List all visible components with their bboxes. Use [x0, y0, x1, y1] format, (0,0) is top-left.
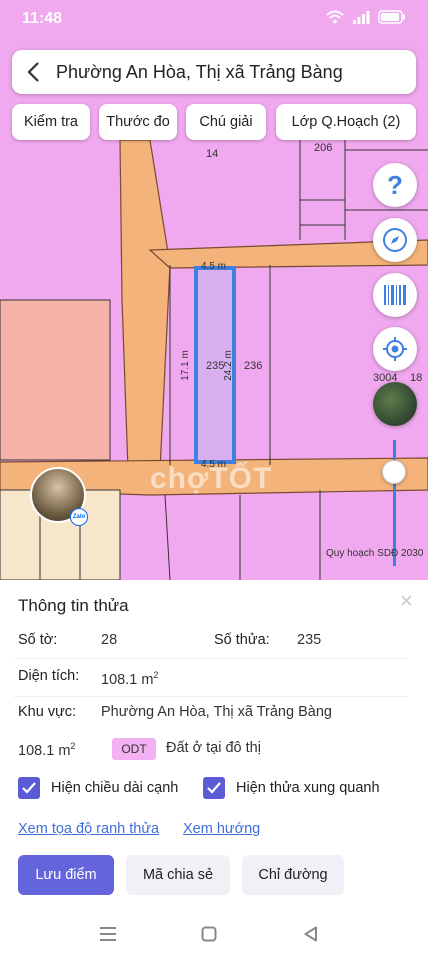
surrounding-parcels-checkbox[interactable] — [203, 777, 225, 799]
question-icon: ? — [387, 169, 403, 200]
zoning-caption: Quy hoạch SDĐ 2030 — [326, 548, 424, 559]
back-button[interactable] — [12, 50, 56, 94]
chevron-left-icon — [27, 62, 39, 82]
land-code-badge: ODT — [112, 738, 156, 760]
home-icon[interactable] — [201, 926, 217, 942]
directions-button[interactable]: Chỉ đường — [242, 855, 344, 895]
land-type: Đất ở tại đô thị — [166, 740, 261, 756]
area-label: Diện tích: — [18, 668, 80, 684]
divider — [14, 658, 408, 659]
share-code-button[interactable]: Mã chia sẻ — [126, 855, 230, 895]
status-time: 11:48 — [22, 10, 63, 27]
back-nav-icon[interactable] — [303, 926, 319, 942]
parcel-label-236: 236 — [244, 360, 263, 372]
dimension-top: 4.5 m — [201, 261, 227, 272]
check-button[interactable]: Kiểm tra — [12, 104, 90, 140]
view-direction-link[interactable]: Xem hướng — [183, 821, 260, 837]
parcel-label-18: 18 — [410, 372, 423, 384]
compass-button[interactable] — [373, 218, 417, 262]
sheet-number-value: 28 — [101, 632, 118, 648]
close-icon[interactable]: × — [400, 588, 413, 614]
region-value: Phường An Hòa, Thị xã Trảng Bàng — [101, 704, 332, 720]
signal-icon — [353, 11, 370, 24]
satellite-layer-toggle[interactable] — [373, 382, 417, 426]
edge-length-checkbox[interactable] — [18, 777, 40, 799]
sheet-title: Thông tin thửa — [18, 596, 129, 615]
check-icon — [207, 782, 221, 794]
save-point-button[interactable]: Lưu điểm — [18, 855, 114, 895]
battery-icon — [378, 10, 405, 24]
parcel-number-value: 235 — [297, 632, 322, 648]
parcel-label-206: 206 — [314, 142, 333, 154]
dimension-left: 17.1 m — [179, 350, 191, 381]
measure-button[interactable]: Thước đo — [99, 104, 177, 140]
check-icon — [22, 782, 36, 794]
barcode-button[interactable] — [373, 273, 417, 317]
screen: 14 206 235 236 3004 18 4.5 m 4.5 m 17.1 … — [0, 0, 428, 960]
wifi-icon — [326, 10, 344, 24]
land-block-left — [0, 299, 111, 461]
view-boundary-coords-link[interactable]: Xem tọa độ ranh thửa — [18, 821, 159, 837]
crosshair-icon — [383, 337, 407, 361]
status-icons — [326, 10, 406, 24]
menu-icon[interactable] — [99, 926, 117, 942]
sheet-number-label: Số tờ: — [18, 632, 58, 648]
help-button[interactable]: ? — [373, 163, 417, 207]
barcode-icon — [384, 285, 406, 305]
region-label: Khu vực: — [18, 704, 77, 720]
location-title: Phường An Hòa, Thị xã Trảng Bàng — [56, 61, 343, 82]
zalo-badge[interactable]: Zalo — [70, 508, 88, 526]
road-vertical — [119, 139, 171, 471]
system-nav-bar — [0, 910, 428, 960]
dimension-right: 24.2 m — [222, 350, 234, 381]
land-area: 108.1 m2 — [18, 741, 76, 759]
opacity-slider-knob[interactable] — [382, 460, 406, 484]
area-value: 108.1 m2 — [101, 670, 159, 688]
parcel-info-sheet: Thông tin thửa × Số tờ: 28 Số thửa: 235 … — [0, 580, 428, 960]
parcel-label-235: 235 — [206, 360, 225, 372]
divider — [14, 696, 408, 697]
planning-layer-button[interactable]: Lớp Q.Hoạch (2) — [276, 104, 416, 140]
parcel-label-14: 14 — [206, 148, 219, 160]
edge-length-label[interactable]: Hiện chiều dài cạnh — [51, 780, 178, 796]
watermark: chợTỐT — [150, 462, 273, 495]
locate-button[interactable] — [373, 327, 417, 371]
status-bar: 11:48 — [0, 0, 428, 38]
legend-button[interactable]: Chú giải — [186, 104, 266, 140]
compass-icon — [383, 228, 407, 252]
location-header[interactable]: Phường An Hòa, Thị xã Trảng Bàng — [12, 50, 416, 94]
parcel-number-label: Số thửa: — [214, 632, 270, 648]
surrounding-parcels-label[interactable]: Hiện thửa xung quanh — [236, 780, 380, 796]
